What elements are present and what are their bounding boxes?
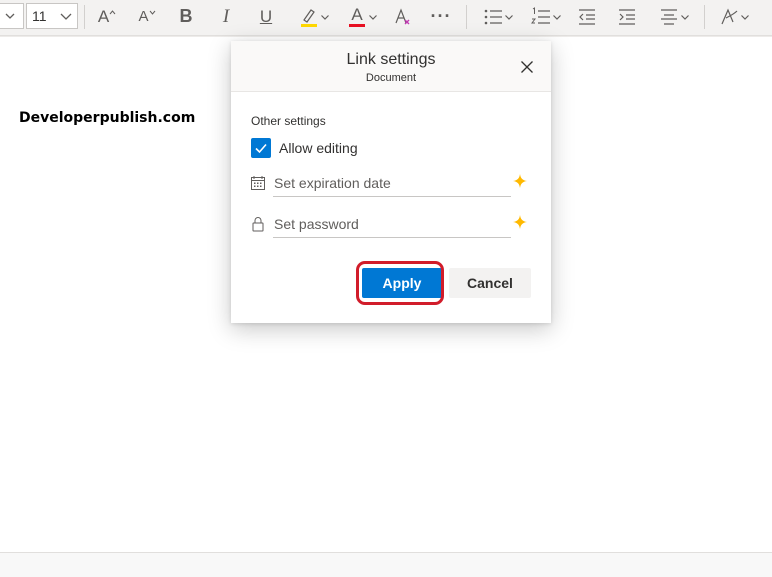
lock-icon	[249, 215, 267, 233]
toolbar-divider	[84, 5, 85, 29]
clear-formatting-icon	[395, 7, 410, 24]
close-icon	[521, 61, 533, 73]
clear-formatting-button[interactable]	[390, 0, 416, 33]
other-settings-label: Other settings	[251, 114, 326, 128]
apply-button[interactable]: Apply	[362, 268, 442, 298]
font-color-swatch	[349, 23, 365, 27]
password-input[interactable]	[273, 210, 511, 238]
chevron-down-icon	[741, 14, 749, 20]
italic-button[interactable]: I	[214, 0, 238, 33]
increase-font-icon: A	[97, 6, 110, 26]
increase-font-size-button[interactable]: A	[94, 0, 120, 33]
dialog-subtitle: Document	[365, 72, 417, 84]
caret-down-icon	[149, 10, 155, 15]
chevron-down-icon	[681, 14, 689, 20]
font-size-value: 11	[32, 8, 47, 24]
decrease-indent-icon	[579, 8, 595, 25]
expiration-date-input[interactable]	[273, 169, 511, 197]
styles-icon	[721, 7, 738, 24]
underline-button[interactable]: U	[253, 0, 279, 33]
toolbar-divider	[704, 5, 705, 29]
document-body-text: Developerpublish.com	[19, 110, 196, 126]
chevron-down-icon	[369, 14, 377, 20]
decrease-font-size-button[interactable]: A	[134, 0, 160, 33]
chevron-down-icon	[5, 13, 14, 19]
bulleted-list-icon	[484, 9, 502, 24]
checkmark-icon	[255, 143, 267, 154]
bullets-button[interactable]	[478, 0, 518, 33]
toolbar-divider	[466, 5, 467, 29]
formatting-toolbar: 11 A A B I U A ···	[0, 0, 772, 36]
chevron-down-icon	[505, 14, 513, 20]
font-color-icon: A	[351, 4, 363, 24]
premium-sparkle-icon	[513, 174, 527, 188]
increase-indent-button[interactable]	[614, 0, 640, 33]
allow-editing-label: Allow editing	[279, 140, 358, 156]
cancel-button[interactable]: Cancel	[449, 268, 531, 298]
allow-editing-checkbox[interactable]	[251, 138, 271, 158]
expiration-date-row	[249, 169, 531, 199]
font-size-dropdown[interactable]: 11	[26, 3, 78, 29]
numbering-button[interactable]	[526, 0, 566, 33]
italic-icon: I	[222, 5, 230, 27]
alignment-button[interactable]	[654, 0, 694, 33]
align-center-icon	[661, 8, 677, 25]
close-button[interactable]	[516, 56, 538, 78]
dialog-header: Link settings Document	[231, 41, 551, 92]
calendar-icon	[249, 174, 267, 192]
chevron-down-icon	[321, 14, 329, 20]
bold-icon: B	[179, 6, 193, 26]
font-color-button[interactable]: A	[342, 0, 382, 33]
numbered-list-icon	[531, 6, 550, 24]
decrease-font-icon: A	[138, 8, 149, 25]
allow-editing-checkbox-row[interactable]: Allow editing	[251, 138, 358, 158]
caret-up-icon	[109, 9, 116, 14]
password-row	[249, 210, 531, 240]
decrease-indent-button[interactable]	[574, 0, 600, 33]
underline-icon: U	[259, 6, 273, 26]
highlighter-icon	[301, 8, 317, 27]
increase-indent-icon	[619, 8, 635, 25]
link-settings-dialog: Link settings Document Other settings Al…	[231, 41, 551, 323]
font-family-dropdown[interactable]	[0, 3, 24, 29]
styles-button[interactable]	[714, 0, 754, 33]
bold-button[interactable]: B	[174, 0, 198, 33]
chevron-down-icon	[60, 13, 72, 20]
highlight-color-button[interactable]	[294, 0, 334, 33]
dialog-title: Link settings	[346, 51, 436, 68]
more-icon: ···	[430, 6, 452, 26]
premium-sparkle-icon	[513, 215, 527, 229]
chevron-down-icon	[553, 14, 561, 20]
more-options-button[interactable]: ···	[428, 0, 454, 33]
status-bar	[0, 552, 772, 577]
